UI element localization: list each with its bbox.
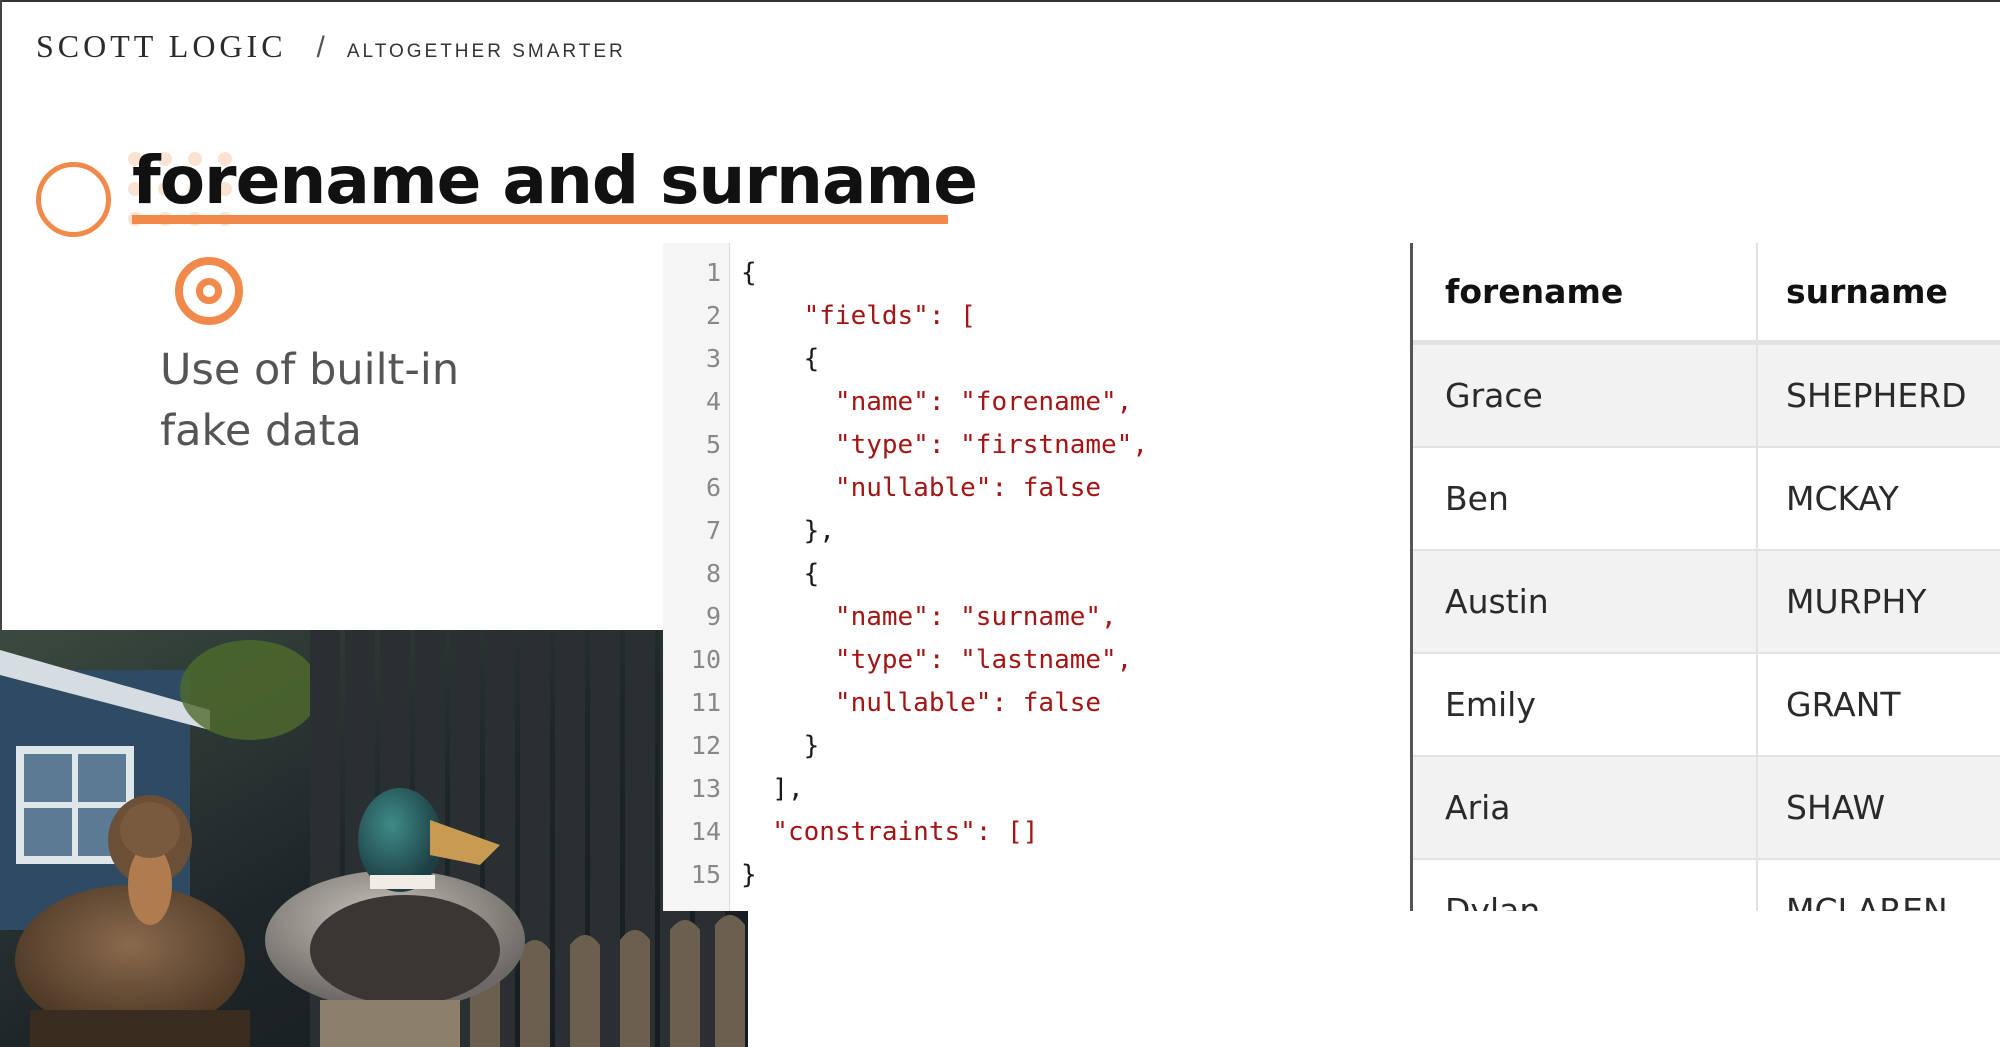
code-text: { bbox=[741, 558, 820, 589]
line-number: 4 bbox=[705, 387, 721, 416]
line-number: 12 bbox=[690, 731, 721, 760]
code-text: } bbox=[741, 730, 820, 761]
surname-cell: GRANT bbox=[1786, 685, 1901, 724]
forename-cell: Ben bbox=[1413, 448, 1758, 549]
table-row: Dylan MCLAREN bbox=[1413, 860, 2000, 911]
line-number: 10 bbox=[690, 645, 721, 674]
slide-title: forename and surname bbox=[132, 142, 978, 219]
code-text: "type": "lastname", bbox=[741, 644, 1133, 675]
code-text: "name": "forename", bbox=[741, 386, 1133, 417]
code-text: { bbox=[741, 343, 820, 374]
line-number: 8 bbox=[705, 559, 721, 588]
line-number: 3 bbox=[705, 344, 721, 373]
line-number: 13 bbox=[690, 774, 721, 803]
code-line: 4 "name": "forename", bbox=[663, 380, 1132, 423]
code-line: 2 "fields": [ bbox=[663, 294, 976, 337]
code-text: { bbox=[741, 257, 757, 288]
code-text: "type": "firstname", bbox=[741, 429, 1148, 460]
brand-separator: / bbox=[316, 31, 325, 64]
code-line: 13 ], bbox=[663, 767, 804, 810]
line-number: 15 bbox=[690, 860, 721, 889]
line-number: 14 bbox=[690, 817, 721, 846]
code-text: "name": "surname", bbox=[741, 601, 1117, 632]
line-number: 7 bbox=[705, 516, 721, 545]
sample-data-table: forename surname Grace SHEPHERD Ben MCKA… bbox=[1410, 243, 2000, 911]
code-text: } bbox=[741, 859, 757, 890]
code-line: 11 "nullable": false bbox=[663, 681, 1101, 724]
forename-cell: Grace bbox=[1413, 345, 1758, 446]
column-header-surname: surname bbox=[1786, 272, 1948, 311]
line-number: 1 bbox=[705, 258, 721, 287]
code-text: ], bbox=[741, 773, 804, 804]
code-line: 3 { bbox=[663, 337, 819, 380]
target-icon bbox=[175, 257, 243, 325]
code-text: "constraints": [] bbox=[741, 816, 1039, 847]
forename-cell: Dylan bbox=[1413, 860, 1758, 911]
code-text: "fields": [ bbox=[741, 300, 976, 331]
slide-left-border bbox=[0, 0, 2, 640]
code-line: 5 "type": "firstname", bbox=[663, 423, 1148, 466]
forename-cell: Aria bbox=[1413, 757, 1758, 858]
code-text: "nullable": false bbox=[741, 472, 1102, 503]
line-number: 6 bbox=[705, 473, 721, 502]
table-header-row: forename surname bbox=[1413, 243, 2000, 345]
code-line: 12 } bbox=[663, 724, 819, 767]
code-text: "nullable": false bbox=[741, 687, 1102, 718]
brand-header: SCOTT LOGIC / ALTOGETHER SMARTER bbox=[36, 28, 626, 65]
table-row: Aria SHAW bbox=[1413, 757, 2000, 860]
bullet-text: Use of built-in fake data bbox=[160, 345, 460, 456]
forename-cell: Austin bbox=[1413, 551, 1758, 652]
code-text: }, bbox=[741, 515, 835, 546]
line-number: 2 bbox=[705, 301, 721, 330]
code-line: 14 "constraints": [] bbox=[663, 810, 1039, 853]
duck-decoys-photo bbox=[0, 630, 748, 1047]
code-line: 7 }, bbox=[663, 509, 835, 552]
code-line: 10 "type": "lastname", bbox=[663, 638, 1132, 681]
json-code-panel: 1 { 2 "fields": [ 3 { 4 "name": "forenam… bbox=[663, 243, 1395, 911]
line-number: 9 bbox=[705, 602, 721, 631]
code-line: 8 { bbox=[663, 552, 819, 595]
slide-top-border bbox=[0, 0, 2000, 2]
brand-logo-text: SCOTT LOGIC bbox=[36, 28, 287, 64]
code-line: 15 } bbox=[663, 853, 757, 896]
table-row: Ben MCKAY bbox=[1413, 448, 2000, 551]
code-line: 1 { bbox=[663, 251, 757, 294]
surname-cell: MCKAY bbox=[1786, 479, 1899, 518]
surname-cell: MURPHY bbox=[1786, 582, 1927, 621]
line-number: 11 bbox=[690, 688, 721, 717]
surname-cell: SHAW bbox=[1786, 788, 1886, 827]
code-line: 9 "name": "surname", bbox=[663, 595, 1117, 638]
column-header-forename: forename bbox=[1413, 243, 1758, 340]
code-line: 6 "nullable": false bbox=[663, 466, 1101, 509]
brand-tagline: ALTOGETHER SMARTER bbox=[346, 41, 626, 62]
table-row: Grace SHEPHERD bbox=[1413, 345, 2000, 448]
forename-cell: Emily bbox=[1413, 654, 1758, 755]
surname-cell: MCLAREN bbox=[1786, 891, 1948, 911]
surname-cell: SHEPHERD bbox=[1786, 376, 1967, 415]
title-underline bbox=[132, 215, 948, 224]
table-row: Austin MURPHY bbox=[1413, 551, 2000, 654]
line-number: 5 bbox=[705, 430, 721, 459]
table-row: Emily GRANT bbox=[1413, 654, 2000, 757]
title-ring-icon bbox=[36, 162, 111, 237]
